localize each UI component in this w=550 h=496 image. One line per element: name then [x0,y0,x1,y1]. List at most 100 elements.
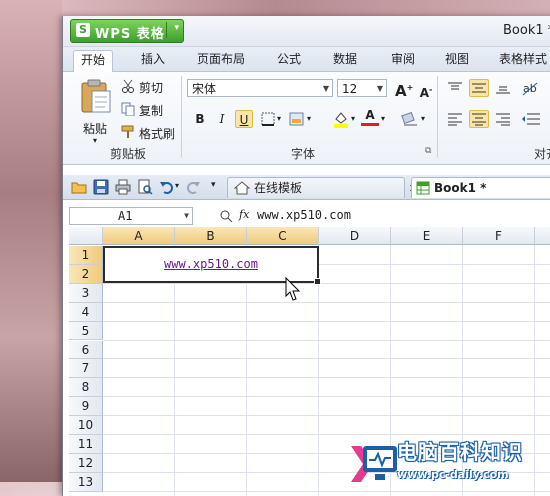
tab-data[interactable]: 数据 [323,50,367,71]
formula-input[interactable]: www.xp510.com [257,208,351,222]
desktop-background-top [0,0,550,16]
tab-page-layout[interactable]: 页面布局 [191,50,251,71]
copy-icon[interactable] [121,102,135,116]
italic-button[interactable]: I [213,110,231,128]
font-dialog-launcher-icon[interactable]: ⧉ [425,146,431,156]
column-header-b[interactable]: B [175,227,247,245]
column-header-f[interactable]: F [463,227,535,245]
hyperlink-text[interactable]: www.xp510.com [164,257,258,271]
open-folder-icon[interactable] [71,179,87,195]
formula-bar: A1 ▼ fx www.xp510.com [63,205,550,228]
align-bottom-icon[interactable] [495,81,511,95]
watermark-url: www.pc-daily.com [397,468,509,481]
align-center-button[interactable] [469,110,489,128]
row-header-12[interactable]: 12 [69,453,103,473]
wps-logo-icon: S [76,23,90,37]
app-button-separator [166,22,167,38]
paste-button[interactable]: 粘贴 [83,120,107,137]
column-header-d[interactable]: D [319,227,391,245]
tab-online-templates[interactable]: 在线模板 ✕ [227,177,418,198]
bold-button[interactable]: B [191,110,209,128]
underline-button[interactable]: U [235,110,253,128]
column-header-g[interactable] [535,227,550,245]
decrease-indent-icon[interactable] [521,112,541,126]
app-menu-dropdown-icon[interactable]: ▾ [174,23,179,33]
mouse-cursor-icon [285,277,301,301]
app-name-label: WPS 表格 [95,27,165,42]
monitor-logo-icon [351,446,397,482]
column-header-c[interactable]: C [247,227,319,245]
align-right-icon[interactable] [495,112,511,126]
row-header-10[interactable]: 10 [69,416,103,435]
font-name-select[interactable]: 宋体 ▼ [187,79,333,97]
paste-dropdown-icon[interactable]: ▾ [93,136,97,145]
row-gridline [103,377,550,379]
tab-formulas[interactable]: 公式 [269,50,309,71]
row-header-7[interactable]: 7 [69,359,103,379]
insert-function-icon[interactable]: fx [239,208,249,221]
zoom-formula-icon[interactable] [219,209,233,223]
tab-review[interactable]: 审阅 [381,50,425,71]
chevron-down-icon[interactable]: ▾ [351,114,355,123]
row-header-1[interactable]: 1 [69,246,103,265]
align-top-icon[interactable] [447,81,463,95]
row-header-2[interactable]: 2 [69,264,103,284]
align-left-icon[interactable] [447,112,463,126]
fill-handle[interactable] [314,278,321,285]
ribbon-home-panel: 粘贴 ▾ 剪切 复制 格式刷 剪贴板 宋体 ▼ 12 ▼ A+ A- B I U… [63,72,550,165]
group-separator [181,76,182,158]
row-gridline [103,358,550,360]
row-header-6[interactable]: 6 [69,340,103,360]
print-preview-icon[interactable] [137,179,153,195]
chevron-down-icon[interactable]: ▾ [381,114,385,123]
increase-font-size-icon[interactable]: A+ [395,79,413,100]
spreadsheet-doc-icon [416,181,430,195]
tab-online-templates-label: 在线模板 [254,181,303,195]
format-painter-button[interactable]: 格式刷 [139,125,175,142]
save-icon[interactable] [93,179,109,195]
paste-icon[interactable] [79,78,113,114]
row-header-4[interactable]: 4 [69,302,103,322]
quick-access-toolbar: ▾ ▾ 在线模板 ✕ Book1 * [63,175,550,200]
align-middle-button[interactable] [469,79,489,97]
row-gridline [103,415,550,417]
select-all-corner[interactable] [69,227,103,245]
font-size-select[interactable]: 12 ▼ [337,79,387,97]
chevron-down-icon[interactable]: ▾ [307,114,311,123]
tab-view[interactable]: 视图 [437,50,477,71]
chevron-down-icon[interactable]: ▾ [421,114,425,123]
font-color-button[interactable]: A [361,108,379,126]
row-header-3[interactable]: 3 [69,283,103,303]
row-header-5[interactable]: 5 [69,321,103,341]
row-header-9[interactable]: 9 [69,397,103,417]
border-icon[interactable] [261,112,275,126]
watermark-logo: 电脑百科知识 www.pc-daily.com [335,434,550,496]
clear-format-icon[interactable] [401,111,419,127]
cut-icon[interactable] [121,79,135,93]
undo-icon[interactable] [159,179,175,195]
customize-toolbar-icon[interactable]: ▾ [211,180,216,190]
wps-app-menu-button[interactable]: S WPS 表格 ▾ [70,19,184,43]
row-header-13[interactable]: 13 [69,472,103,492]
name-box[interactable]: A1 ▼ [69,207,193,225]
row-header-11[interactable]: 11 [69,435,103,454]
copy-button[interactable]: 复制 [139,102,163,119]
row-gridline [103,301,550,303]
undo-dropdown-icon[interactable]: ▾ [175,181,179,190]
tab-book1[interactable]: Book1 * [411,177,550,198]
column-header-e[interactable]: E [391,227,463,245]
row-header-8[interactable]: 8 [69,378,103,398]
text-direction-icon[interactable]: ab [521,79,541,97]
column-header-a[interactable]: A [103,227,175,245]
tab-home[interactable]: 开始 [73,50,113,73]
cut-button[interactable]: 剪切 [139,79,163,96]
tab-table-style[interactable]: 表格样式 [493,50,550,71]
decrease-font-size-icon[interactable]: A- [417,81,435,100]
redo-icon[interactable] [185,179,201,195]
format-painter-icon[interactable] [121,125,135,139]
cell-style-icon[interactable] [289,112,305,126]
print-icon[interactable] [115,179,131,195]
chevron-down-icon[interactable]: ▾ [277,114,281,123]
fill-color-icon[interactable] [333,110,349,128]
tab-insert[interactable]: 插入 [131,50,175,71]
